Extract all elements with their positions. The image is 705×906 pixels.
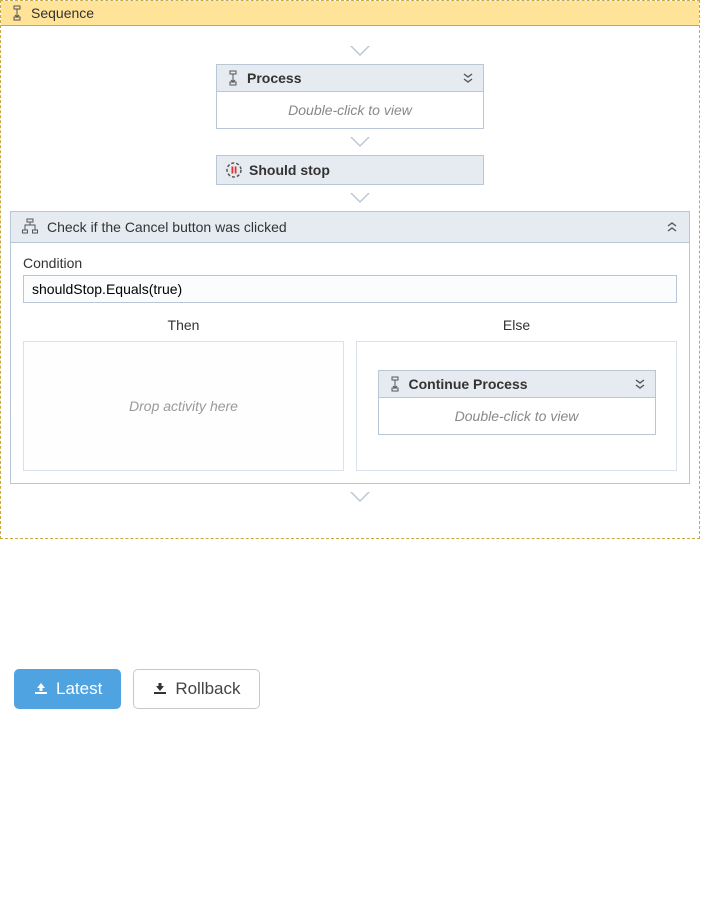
upload-icon	[33, 681, 49, 697]
sequence-icon	[9, 5, 25, 21]
sequence-header[interactable]: Sequence	[1, 1, 699, 26]
else-branch: Else Continue Process	[356, 313, 677, 471]
download-icon	[152, 681, 168, 697]
insert-activity-arrow[interactable]	[340, 492, 360, 502]
if-body: Condition Then Drop activity here Else	[11, 243, 689, 483]
insert-activity-arrow[interactable]	[340, 137, 360, 147]
should-stop-title: Should stop	[249, 162, 330, 178]
process-title: Process	[247, 70, 301, 86]
insert-activity-arrow[interactable]	[340, 193, 360, 203]
latest-label: Latest	[56, 679, 102, 699]
continue-process-activity[interactable]: Continue Process Double-click to view	[378, 370, 656, 435]
latest-button[interactable]: Latest	[14, 669, 121, 709]
sequence-icon	[225, 70, 241, 86]
buttons-row: Latest Rollback	[14, 669, 705, 709]
expand-icon[interactable]	[633, 377, 647, 391]
should-stop-activity[interactable]: Should stop	[216, 155, 484, 185]
if-title: Check if the Cancel button was clicked	[47, 219, 287, 235]
condition-input[interactable]	[23, 275, 677, 303]
then-drop-zone[interactable]: Drop activity here	[23, 341, 344, 471]
rollback-button[interactable]: Rollback	[133, 669, 259, 709]
process-body[interactable]: Double-click to view	[217, 92, 483, 128]
should-stop-header[interactable]: Should stop	[217, 156, 483, 184]
else-drop-zone[interactable]: Continue Process Double-click to view	[356, 341, 677, 471]
sequence-icon	[387, 376, 403, 392]
process-header[interactable]: Process	[217, 65, 483, 92]
stop-icon	[225, 161, 243, 179]
expand-icon[interactable]	[461, 71, 475, 85]
continue-process-title: Continue Process	[409, 376, 528, 392]
if-activity[interactable]: Check if the Cancel button was clicked C…	[10, 211, 690, 484]
then-branch: Then Drop activity here	[23, 313, 344, 471]
condition-label: Condition	[23, 255, 677, 271]
if-icon	[21, 218, 39, 236]
rollback-label: Rollback	[175, 679, 240, 699]
process-activity[interactable]: Process Double-click to view	[216, 64, 484, 129]
sequence-title: Sequence	[31, 5, 94, 21]
continue-process-header[interactable]: Continue Process	[379, 371, 655, 398]
sequence-body: Process Double-click to view Should stop	[1, 26, 699, 538]
else-label: Else	[356, 313, 677, 341]
then-label: Then	[23, 313, 344, 341]
continue-process-body[interactable]: Double-click to view	[379, 398, 655, 434]
collapse-icon[interactable]	[665, 220, 679, 234]
if-header[interactable]: Check if the Cancel button was clicked	[11, 212, 689, 243]
insert-activity-arrow[interactable]	[340, 46, 360, 56]
sequence-activity[interactable]: Sequence Process Double-click to view	[0, 0, 700, 539]
